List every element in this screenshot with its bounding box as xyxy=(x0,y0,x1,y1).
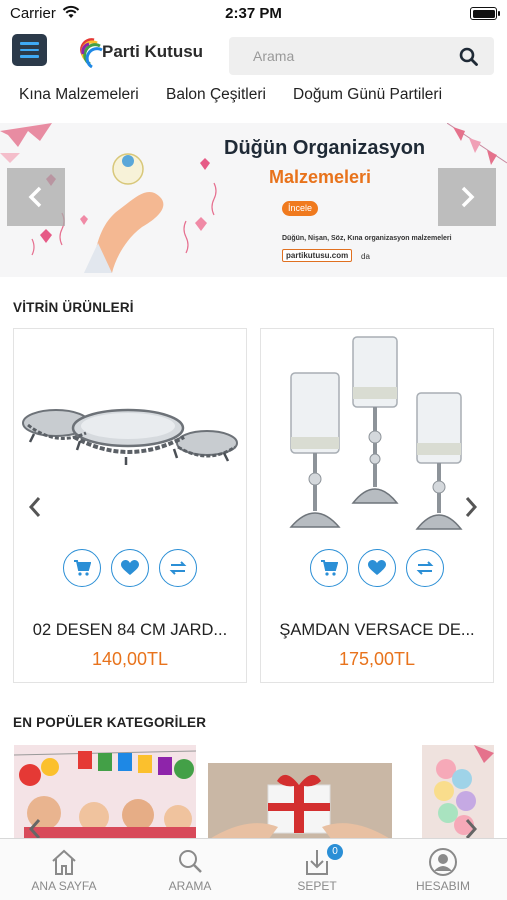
add-to-favorites-button[interactable] xyxy=(111,549,149,587)
compare-arrows-icon xyxy=(169,561,187,575)
chevron-left-icon xyxy=(28,497,41,517)
hamburger-menu-button[interactable] xyxy=(12,34,47,66)
category-tab-kina[interactable]: Kına Malzemeleri xyxy=(19,86,139,104)
category-image xyxy=(208,745,392,840)
tab-home[interactable]: ANA SAYFA xyxy=(1,847,127,893)
category-tabs: Kına Malzemeleri Balon Çeşitleri Doğum G… xyxy=(0,86,507,110)
banner-cta-button[interactable]: İncele xyxy=(282,201,319,216)
chevron-left-icon xyxy=(28,819,41,839)
chevron-right-icon xyxy=(465,819,478,839)
add-to-cart-button[interactable] xyxy=(63,549,101,587)
product-actions xyxy=(14,549,246,587)
banner-next-button[interactable] xyxy=(438,168,496,226)
tab-account-label: HESABIM xyxy=(415,879,470,893)
search-icon[interactable] xyxy=(459,47,478,71)
cart-icon xyxy=(321,560,338,576)
search-input[interactable] xyxy=(229,37,449,75)
banner-title: Düğün Organizasyon xyxy=(224,137,426,159)
product-image xyxy=(289,336,463,530)
banner-url-suffix: da xyxy=(361,252,370,261)
cart-count-badge: 0 xyxy=(327,844,343,860)
tab-cart-label: SEPET xyxy=(297,879,337,893)
chevron-right-icon xyxy=(465,497,478,517)
chevron-left-icon xyxy=(28,186,42,208)
account-icon xyxy=(429,848,457,876)
search-icon xyxy=(179,850,202,873)
product-price: 140,00TL xyxy=(91,649,169,669)
compare-button[interactable] xyxy=(159,549,197,587)
category-tab-dogum-gunu[interactable]: Doğum Günü Partileri xyxy=(293,86,442,104)
search-bar[interactable] xyxy=(229,37,494,75)
compare-arrows-icon xyxy=(416,561,434,575)
showcase-prev-button[interactable] xyxy=(25,492,45,522)
home-icon xyxy=(52,849,76,875)
product-actions xyxy=(261,549,493,587)
tab-search-label: ARAMA xyxy=(168,879,212,893)
category-card[interactable] xyxy=(208,745,392,840)
banner-description: Düğün, Nişan, Söz, Kına organizasyon mal… xyxy=(282,235,452,242)
compare-button[interactable] xyxy=(406,549,444,587)
tab-account[interactable]: HESABIM xyxy=(380,847,506,893)
banner-url: partikutusu.com xyxy=(282,249,353,262)
chevron-right-icon xyxy=(461,186,475,208)
popular-categories-title: EN POPÜLER KATEGORİLER xyxy=(13,715,207,730)
logo[interactable]: Parti Kutusu xyxy=(80,35,210,71)
add-to-favorites-button[interactable] xyxy=(358,549,396,587)
product-card[interactable]: ŞAMDAN VERSACE DE... 175,00TL xyxy=(260,328,494,683)
category-tab-balon[interactable]: Balon Çeşitleri xyxy=(166,86,266,104)
tab-cart[interactable]: SEPET xyxy=(254,847,380,893)
clock: 2:37 PM xyxy=(225,5,282,22)
banner-subtitle: Malzemeleri xyxy=(269,167,372,187)
heart-icon xyxy=(121,560,139,575)
product-price: 175,00TL xyxy=(338,649,416,669)
showcase-next-button[interactable] xyxy=(461,492,481,522)
banner-prev-button[interactable] xyxy=(7,168,65,226)
tab-search[interactable]: ARAMA xyxy=(127,847,253,893)
tab-home-label: ANA SAYFA xyxy=(31,879,97,893)
heart-icon xyxy=(368,560,386,575)
product-image xyxy=(22,408,238,465)
showcase-section-title: VİTRİN ÜRÜNLERİ xyxy=(13,300,134,315)
status-bar: Carrier 2:37 PM xyxy=(0,0,507,28)
logo-mark-icon xyxy=(80,38,103,69)
product-name[interactable]: ŞAMDAN VERSACE DE... xyxy=(261,621,493,640)
battery-icon xyxy=(470,7,500,20)
product-name[interactable]: 02 DESEN 84 CM JARD... xyxy=(14,621,246,640)
bottom-tab-bar: ANA SAYFA ARAMA SEPET HESABIM xyxy=(0,838,507,900)
logo-text: Parti Kutusu xyxy=(102,42,204,61)
promo-banner[interactable]: Düğün Organizasyon Malzemeleri İncele Dü… xyxy=(0,123,507,277)
product-card[interactable]: 02 DESEN 84 CM JARD... 140,00TL xyxy=(13,328,247,683)
cart-icon xyxy=(74,560,91,576)
add-to-cart-button[interactable] xyxy=(310,549,348,587)
